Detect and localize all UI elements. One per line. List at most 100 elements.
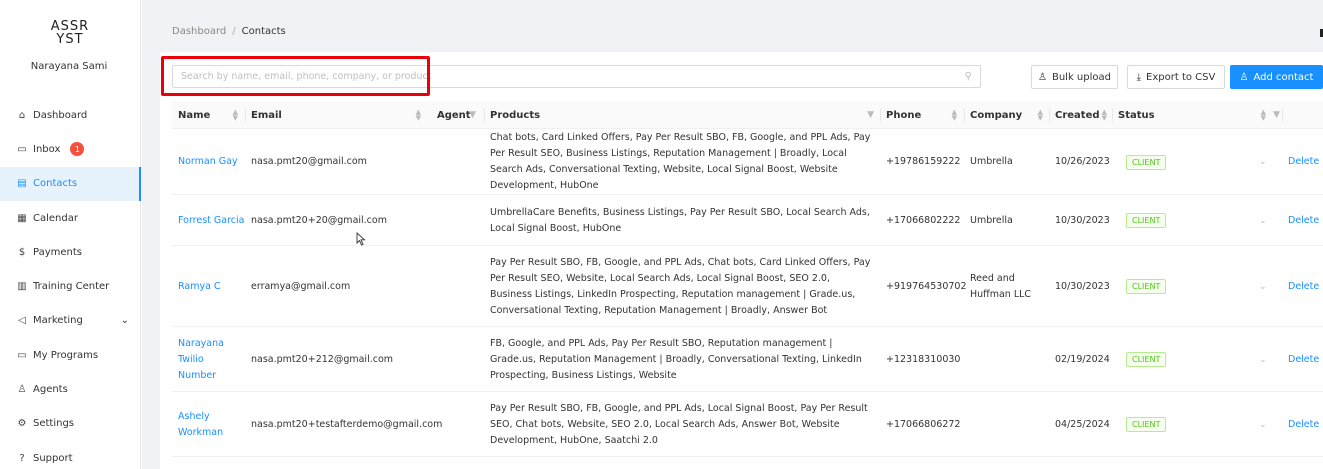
sidebar-item-label: Settings: [33, 418, 75, 430]
contact-products: Chat bots, Card Linked Offers, Pay Per R…: [490, 132, 871, 191]
question-icon: ?: [19, 452, 25, 464]
mouse-cursor-icon: [356, 232, 366, 246]
table-header: Name ▲ ▼ Email ▲ ▼ Agent ▼ Products ▼ Phon…: [172, 101, 1323, 129]
logo: ASSR YST: [50, 19, 90, 47]
delete-button[interactable]: Delete: [1288, 328, 1322, 391]
column-header-company[interactable]: Company ▲ ▼: [970, 101, 1049, 129]
column-header-created[interactable]: Created ▲ ▼: [1055, 101, 1113, 129]
delete-button[interactable]: Delete: [1288, 247, 1322, 326]
status-badge: CLIENT: [1126, 417, 1167, 432]
chevron-down-icon[interactable]: ⌄: [1259, 328, 1271, 391]
book-icon: ▥: [17, 281, 27, 293]
search-input[interactable]: [173, 66, 943, 87]
contact-name-link[interactable]: Ashely Workman: [178, 393, 238, 456]
delete-button[interactable]: Delete: [1288, 196, 1322, 245]
status-badge: CLIENT: [1126, 352, 1167, 367]
inbox-icon: ▭: [17, 143, 27, 155]
sidebar-item-contacts[interactable]: ▤ Contacts: [0, 166, 141, 202]
contact-name-link[interactable]: Narayana Twilio Number: [178, 328, 238, 391]
contact-name-link[interactable]: Norman Gay: [178, 130, 244, 194]
status-badge: CLIENT: [1126, 279, 1167, 294]
status-badge: CLIENT: [1126, 213, 1167, 228]
contact-phone: +17066802222: [886, 214, 961, 226]
column-header-name[interactable]: Name ▲ ▼: [178, 101, 244, 129]
main-content: Dashboard / Contacts ⚲ ♙ Bulk upload ⤓ Exp…: [142, 0, 1323, 469]
add-contact-button[interactable]: ♙ Add contact: [1230, 65, 1323, 89]
chevron-down-icon[interactable]: ⌄: [1259, 130, 1271, 194]
sidebar-item-label: Contacts: [33, 178, 78, 190]
filter-icon[interactable]: ▼: [867, 110, 874, 120]
export-csv-button[interactable]: ⤓ Export to CSV: [1127, 65, 1225, 89]
table-row[interactable]: Norman Gay nasa.pmt20@gmail.com Chat bot…: [172, 130, 1323, 195]
sidebar-item-marketing[interactable]: ◁ Marketing ⌄: [0, 304, 141, 338]
contact-agent: [437, 328, 482, 391]
column-header-status[interactable]: Status ▼ ▲ ▼: [1118, 101, 1284, 129]
delete-button[interactable]: Delete: [1288, 393, 1322, 456]
users-icon: ♙: [1038, 71, 1047, 83]
sidebar-item-training-center[interactable]: ▥ Training Center: [0, 269, 141, 303]
download-icon: ⤓: [1136, 71, 1142, 83]
contact-products: UmbrellaCare Benefits, Business Listings…: [490, 206, 870, 234]
contact-email: nasa.pmt20+20@gmail.com: [251, 214, 387, 226]
sort-icon[interactable]: ▲ ▼: [1102, 109, 1107, 122]
status-badge: CLIENT: [1126, 154, 1167, 170]
search-icon[interactable]: ⚲: [965, 71, 972, 82]
contact-company: [970, 328, 1046, 391]
column-header-agent[interactable]: Agent ▼: [437, 101, 482, 129]
inbox-count-badge: 1: [70, 142, 85, 157]
contact-email: erramya@gmail.com: [251, 280, 351, 292]
contact-created: 10/30/2023: [1055, 280, 1110, 292]
chevron-down-icon[interactable]: ⌄: [1259, 247, 1271, 326]
sort-icon[interactable]: ▲ ▼: [1038, 109, 1043, 122]
delete-button[interactable]: Delete: [1288, 130, 1322, 194]
table-row[interactable]: Narayana Twilio Number nasa.pmt20+212@gm…: [172, 328, 1323, 392]
contacts-panel: ⚲ ♙ Bulk upload ⤓ Export to CSV ♙ Add co…: [160, 52, 1323, 469]
search-box[interactable]: ⚲: [172, 65, 981, 88]
chevron-down-icon[interactable]: ⌄: [121, 315, 129, 326]
column-header-phone[interactable]: Phone ▲ ▼: [886, 101, 963, 129]
sort-icon[interactable]: ▲ ▼: [1261, 109, 1266, 122]
table-row[interactable]: Ashely Workman nasa.pmt20+testafterdemo@…: [172, 393, 1323, 457]
filter-icon[interactable]: ▼: [1273, 110, 1280, 120]
user-name: Narayana Sami: [30, 61, 108, 72]
sidebar-item-label: Marketing: [33, 315, 83, 327]
table-row[interactable]: Forrest Garcia nasa.pmt20+20@gmail.com U…: [172, 196, 1323, 246]
contact-products: Pay Per Result SBO, FB, Google, and PPL …: [490, 402, 868, 446]
sort-icon[interactable]: ▲ ▼: [416, 109, 421, 122]
sidebar-item-label: Payments: [33, 246, 82, 258]
chevron-down-icon[interactable]: ⌄: [1259, 393, 1271, 456]
column-header-products[interactable]: Products ▼: [490, 101, 880, 129]
sidebar-item-agents[interactable]: ♙ Agents: [0, 372, 141, 406]
sidebar-item-my-programs[interactable]: ▭ My Programs: [0, 338, 141, 372]
sidebar-item-dashboard[interactable]: ⌂ Dashboard: [0, 98, 141, 132]
sort-icon[interactable]: ▲ ▼: [233, 109, 238, 122]
breadcrumb-current: Contacts: [241, 26, 286, 37]
contact-name-link[interactable]: Ramya C: [178, 247, 244, 326]
contact-products: Pay Per Result SBO, FB, Google, and PPL …: [490, 256, 871, 316]
sidebar-item-label: Training Center: [33, 281, 110, 293]
sidebar-item-label: My Programs: [33, 349, 99, 361]
chevron-down-icon[interactable]: ⌄: [1259, 196, 1271, 245]
contact-agent: [437, 247, 482, 326]
column-header-email[interactable]: Email ▲ ▼: [251, 101, 427, 129]
sidebar-item-settings[interactable]: ⚙ Settings: [0, 407, 141, 441]
breadcrumb-root[interactable]: Dashboard: [172, 26, 226, 37]
home-icon: ⌂: [18, 109, 26, 121]
contact-agent: [437, 393, 482, 456]
add-contact-label: Add contact: [1253, 71, 1314, 83]
export-csv-label: Export to CSV: [1146, 71, 1216, 83]
contact-phone: +19786159222: [886, 156, 961, 167]
sidebar-item-calendar[interactable]: ▦ Calendar: [0, 201, 141, 235]
sidebar-item-support[interactable]: ? Support: [0, 441, 141, 469]
calendar-icon: ▦: [17, 212, 27, 224]
bulk-upload-button[interactable]: ♙ Bulk upload: [1031, 65, 1118, 89]
sort-icon[interactable]: ▲ ▼: [952, 109, 957, 122]
contact-phone: +12318310030: [886, 353, 961, 365]
contact-agent: [437, 130, 482, 194]
filter-icon[interactable]: ▼: [469, 110, 476, 120]
contact-company: [970, 393, 1046, 456]
sidebar-item-payments[interactable]: $ Payments: [0, 235, 141, 269]
table-row[interactable]: Ramya C erramya@gmail.com Pay Per Result…: [172, 247, 1323, 327]
contact-name-link[interactable]: Forrest Garcia: [178, 196, 248, 245]
sidebar-item-inbox[interactable]: ▭ Inbox 1: [0, 132, 141, 166]
